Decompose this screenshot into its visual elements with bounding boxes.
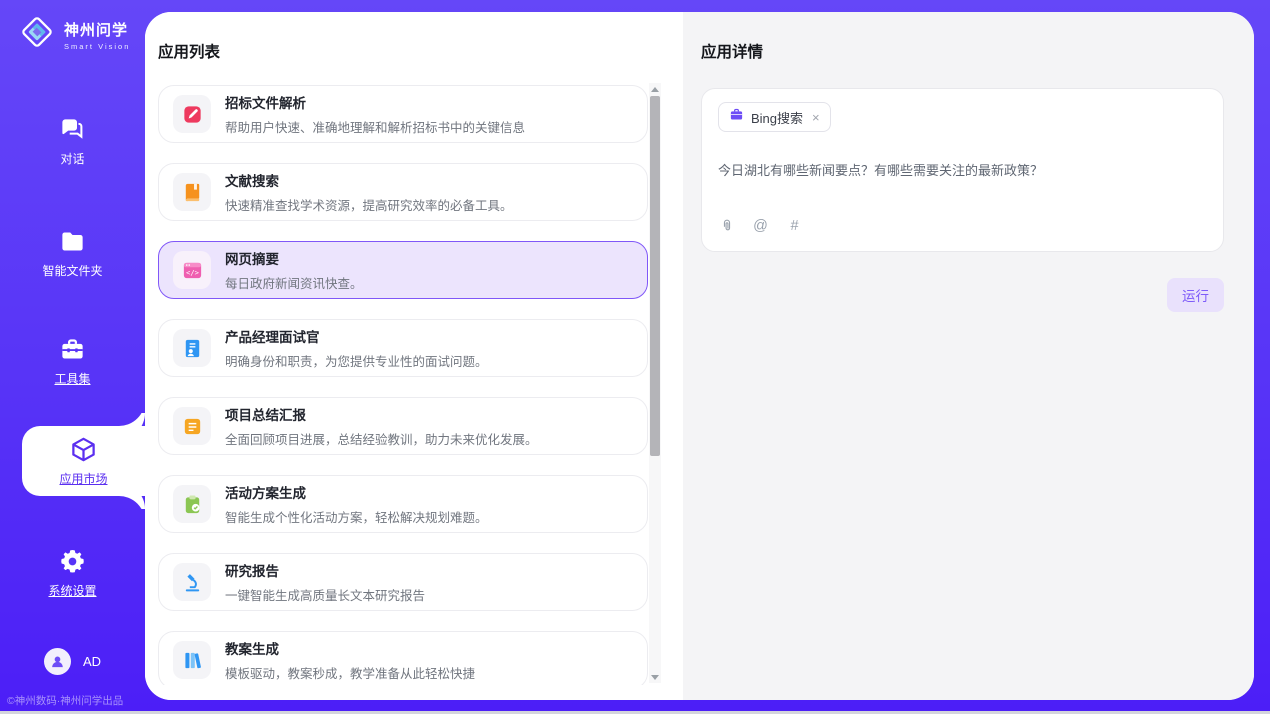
- sidebar-item-label: 系统设置: [48, 582, 96, 599]
- app-card-desc: 明确身份和职责，为您提供专业性的面试问题。: [225, 351, 488, 370]
- app-card-desc: 全面回顾项目进展，总结经验教训，助力未来优化发展。: [225, 429, 538, 448]
- hash-icon[interactable]: #: [786, 217, 803, 234]
- app-card-meta: 项目总结汇报全面回顾项目进展，总结经验教训，助力未来优化发展。: [225, 404, 538, 448]
- app-card-meta: 招标文件解析帮助用户快速、准确地理解和解析招标书中的关键信息: [225, 92, 525, 136]
- toolbox-icon: [59, 336, 86, 363]
- app-card-desc: 每日政府新闻资讯快查。: [225, 273, 363, 292]
- app-card-meta: 活动方案生成智能生成个性化活动方案，轻松解决规划难题。: [225, 482, 488, 526]
- app-card-name: 招标文件解析: [225, 92, 525, 112]
- prompt-card: Bing搜索 × 今日湖北有哪些新闻要点？有哪些需要关注的最新政策？ @#: [701, 88, 1224, 252]
- app-card[interactable]: </> 网页摘要每日政府新闻资讯快查。: [158, 241, 648, 299]
- scroll-up-arrow-icon[interactable]: [649, 83, 661, 95]
- app-card-name: 网页摘要: [225, 248, 363, 268]
- app-card-list: 招标文件解析帮助用户快速、准确地理解和解析招标书中的关键信息文献搜索快速精准查找…: [158, 85, 648, 685]
- sidebar: 神州问学 Smart Vision 对话智能文件夹工具集应用市场系统设置 AD …: [0, 0, 145, 714]
- tool-chip-label: Bing搜索: [751, 108, 803, 127]
- logo-subtitle: Smart Vision: [64, 42, 130, 51]
- copyright-text: ©神州数码·神州问学出品: [7, 693, 123, 708]
- paperclip-icon[interactable]: [718, 217, 735, 234]
- scroll-down-arrow-icon[interactable]: [649, 671, 661, 683]
- app-detail-panel: 应用详情 Bing搜索 × 今日湖北有哪些新闻要点？有哪些需要关注的最新政策？ …: [683, 12, 1254, 700]
- app-card[interactable]: 文献搜索快速精准查找学术资源，提高研究效率的必备工具。: [158, 163, 648, 221]
- app-card-name: 教案生成: [225, 638, 475, 658]
- edit-document-icon: [173, 95, 211, 133]
- sidebar-item-label: 智能文件夹: [42, 262, 102, 279]
- app-detail-title: 应用详情: [701, 40, 1224, 62]
- svg-text:</>: </>: [186, 268, 200, 277]
- composer-toolbar: @#: [718, 217, 1207, 234]
- app-card-meta: 网页摘要每日政府新闻资讯快查。: [225, 248, 363, 292]
- scrollbar-thumb[interactable]: [650, 96, 660, 456]
- app-card[interactable]: 项目总结汇报全面回顾项目进展，总结经验教训，助力未来优化发展。: [158, 397, 648, 455]
- sidebar-item-gear[interactable]: 系统设置: [0, 542, 145, 604]
- app-card[interactable]: 教案生成模板驱动，教案秒成，教学准备从此轻松快捷: [158, 631, 648, 685]
- app-card[interactable]: 研究报告一键智能生成高质量长文本研究报告: [158, 553, 648, 611]
- note-icon: [173, 407, 211, 445]
- tool-chip-bing-search[interactable]: Bing搜索 ×: [718, 102, 831, 132]
- app-card-name: 项目总结汇报: [225, 404, 538, 424]
- web-code-icon: </>: [173, 251, 211, 289]
- logo-title: 神州问学: [64, 19, 130, 40]
- app-logo: 神州问学 Smart Vision: [18, 13, 130, 56]
- sidebar-item-label: 工具集: [54, 370, 90, 387]
- app-card-desc: 一键智能生成高质量长文本研究报告: [225, 585, 425, 604]
- sidebar-item-cube[interactable]: 应用市场: [22, 426, 145, 496]
- app-card-desc: 快速精准查找学术资源，提高研究效率的必备工具。: [225, 195, 513, 214]
- diamond-logo-icon: [18, 13, 56, 56]
- app-card[interactable]: 招标文件解析帮助用户快速、准确地理解和解析招标书中的关键信息: [158, 85, 648, 143]
- app-card-name: 文献搜索: [225, 170, 513, 190]
- sidebar-item-toolbox[interactable]: 工具集: [0, 330, 145, 392]
- app-card-meta: 研究报告一键智能生成高质量长文本研究报告: [225, 560, 425, 604]
- app-card-desc: 帮助用户快速、准确地理解和解析招标书中的关键信息: [225, 117, 525, 136]
- app-list-title: 应用列表: [158, 40, 220, 62]
- sidebar-item-label: 对话: [60, 150, 84, 167]
- avatar: [44, 648, 71, 675]
- clipboard-check-icon: [173, 485, 211, 523]
- microscope-icon: [173, 563, 211, 601]
- app-card[interactable]: 活动方案生成智能生成个性化活动方案，轻松解决规划难题。: [158, 475, 648, 533]
- books-icon: [173, 641, 211, 679]
- list-scrollbar[interactable]: [649, 83, 661, 683]
- app-card[interactable]: 产品经理面试官明确身份和职责，为您提供专业性的面试问题。: [158, 319, 648, 377]
- book-icon: [173, 173, 211, 211]
- user-name: AD: [83, 654, 101, 669]
- app-card-meta: 文献搜索快速精准查找学术资源，提高研究效率的必备工具。: [225, 170, 513, 214]
- app-list-panel: 应用列表 招标文件解析帮助用户快速、准确地理解和解析招标书中的关键信息文献搜索快…: [145, 12, 683, 700]
- run-row: 运行: [701, 278, 1224, 312]
- app-card-meta: 教案生成模板驱动，教案秒成，教学准备从此轻松快捷: [225, 638, 475, 682]
- briefcase-icon: [729, 107, 744, 127]
- close-icon[interactable]: ×: [812, 111, 820, 124]
- app-card-meta: 产品经理面试官明确身份和职责，为您提供专业性的面试问题。: [225, 326, 488, 370]
- chat-icon: [59, 116, 86, 143]
- at-icon[interactable]: @: [752, 217, 769, 234]
- sidebar-item-chat[interactable]: 对话: [0, 110, 145, 172]
- app-card-name: 研究报告: [225, 560, 425, 580]
- query-text[interactable]: 今日湖北有哪些新闻要点？有哪些需要关注的最新政策？: [718, 160, 1207, 179]
- app-card-desc: 模板驱动，教案秒成，教学准备从此轻松快捷: [225, 663, 475, 682]
- sidebar-item-folder[interactable]: 智能文件夹: [0, 222, 145, 284]
- gear-icon: [59, 548, 86, 575]
- sidebar-item-label: 应用市场: [59, 470, 107, 487]
- interview-doc-icon: [173, 329, 211, 367]
- app-card-name: 活动方案生成: [225, 482, 488, 502]
- run-button[interactable]: 运行: [1167, 278, 1224, 312]
- user-account[interactable]: AD: [0, 648, 145, 675]
- cube-icon: [70, 436, 97, 463]
- app-card-desc: 智能生成个性化活动方案，轻松解决规划难题。: [225, 507, 488, 526]
- main-content: 应用列表 招标文件解析帮助用户快速、准确地理解和解析招标书中的关键信息文献搜索快…: [145, 12, 1254, 700]
- folder-icon: [59, 228, 86, 255]
- app-card-name: 产品经理面试官: [225, 326, 488, 346]
